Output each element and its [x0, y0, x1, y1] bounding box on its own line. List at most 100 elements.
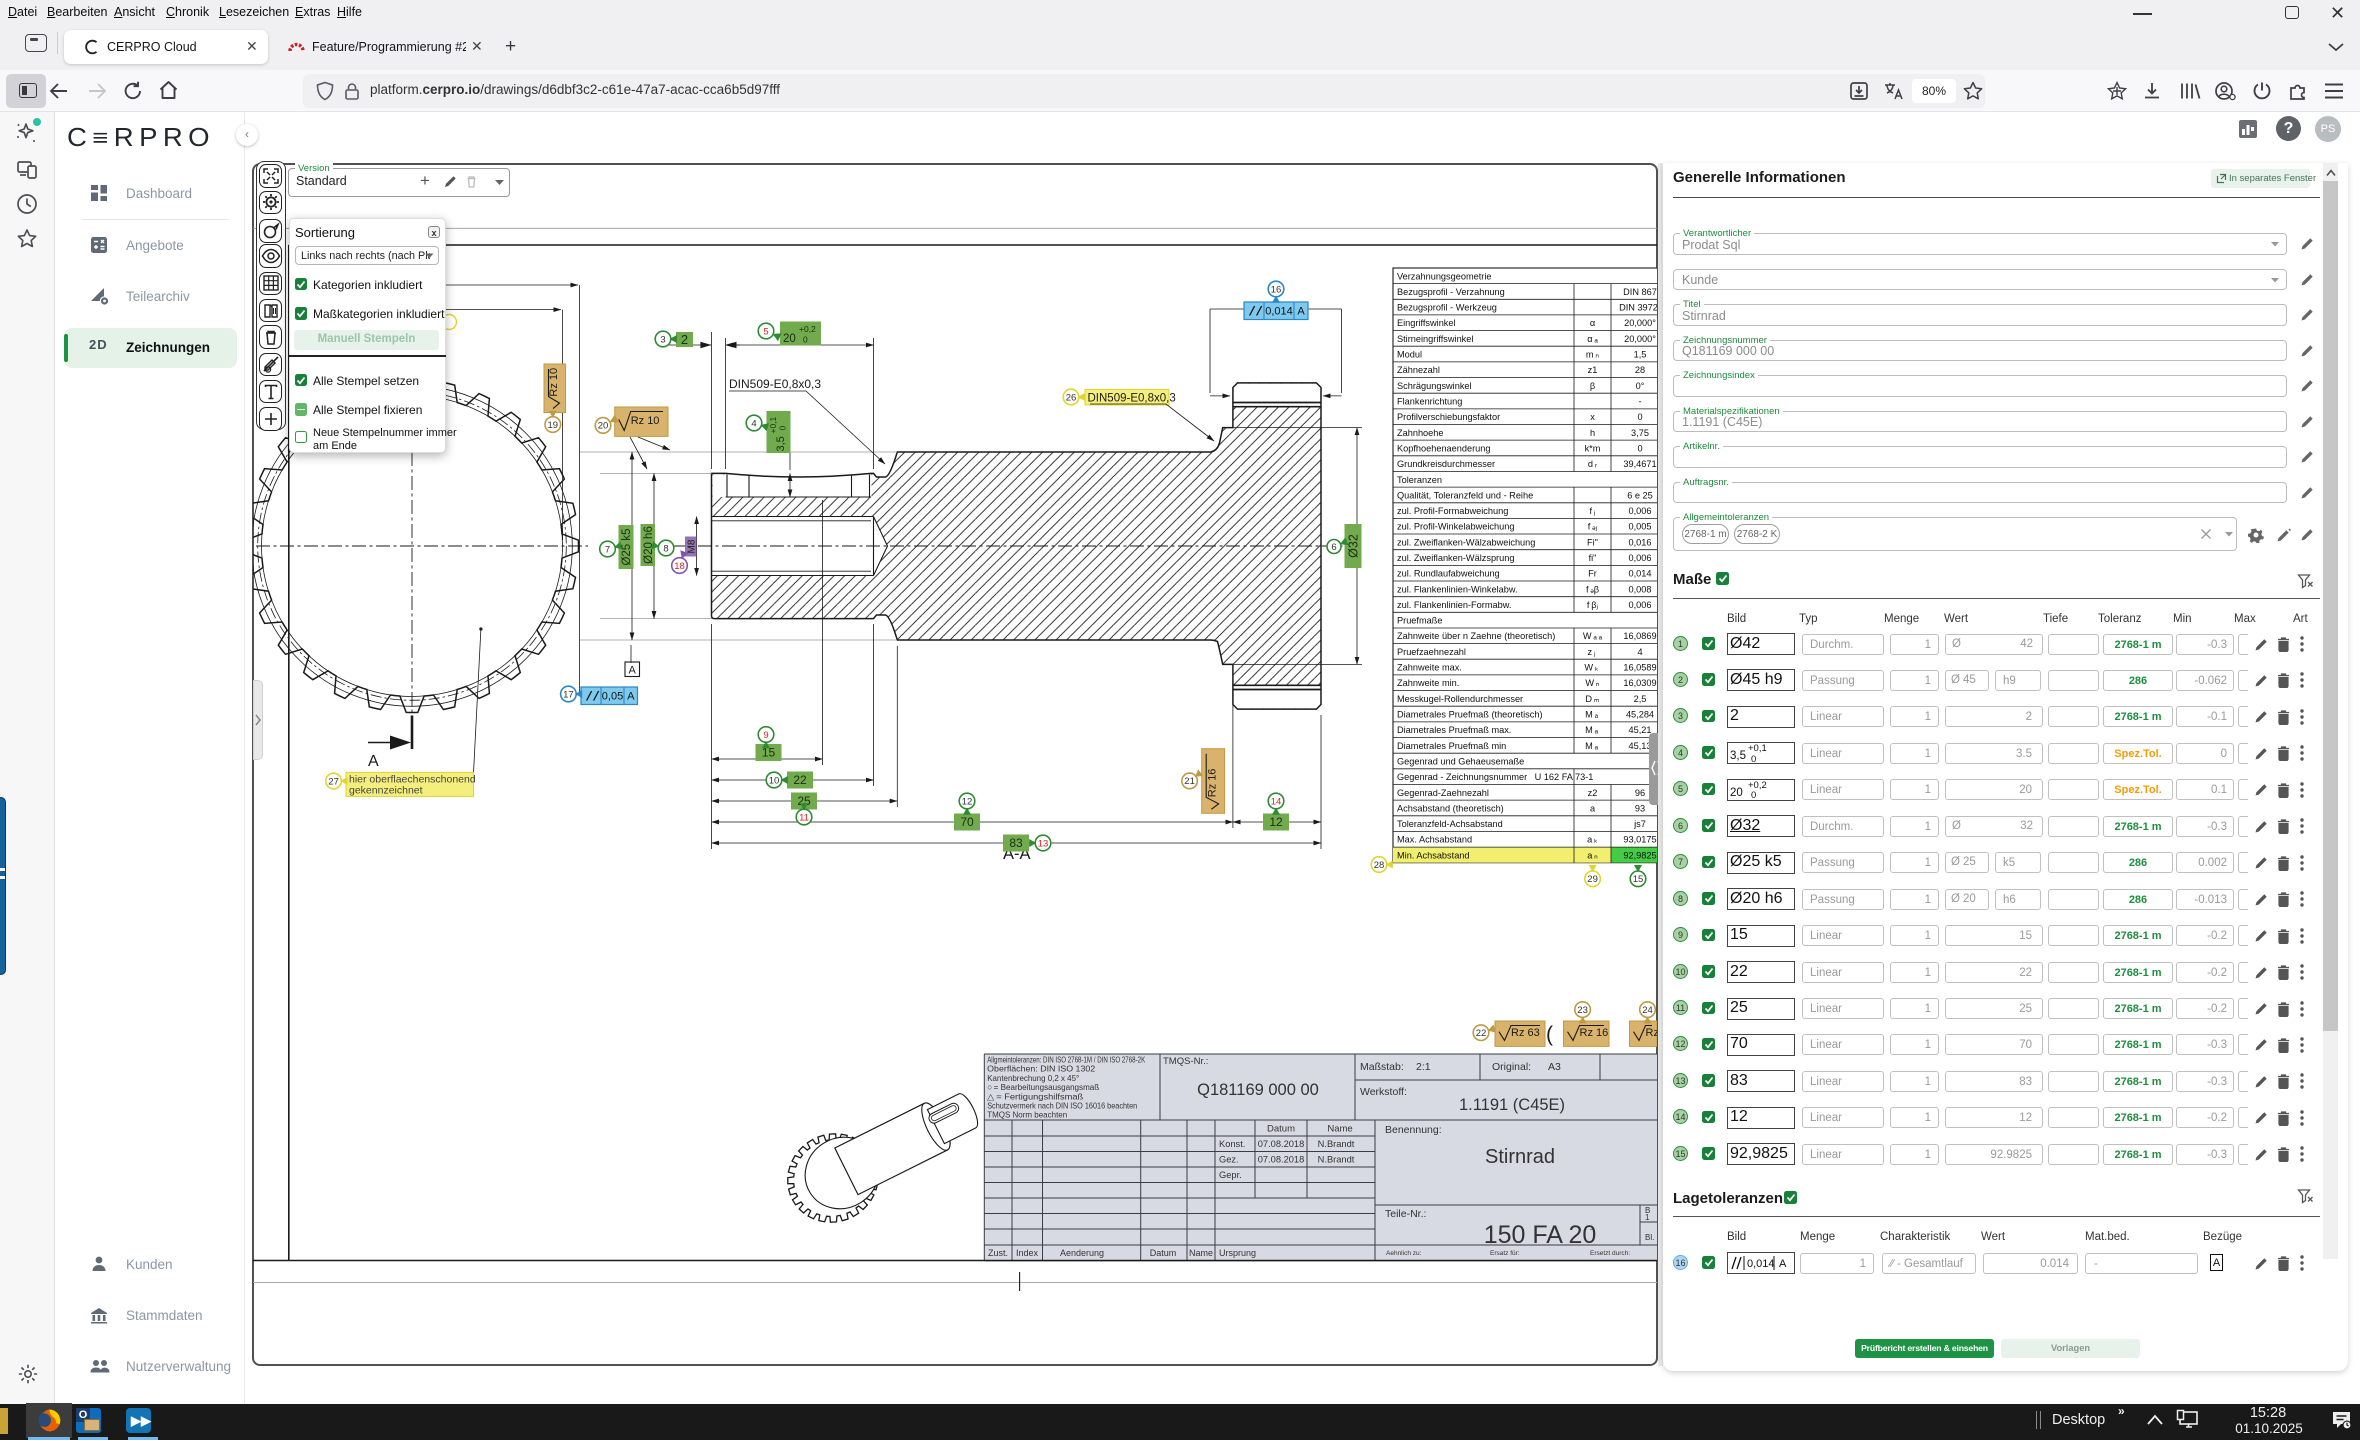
svg-text:Ersetzt durch:: Ersetzt durch: — [1590, 1250, 1630, 1257]
svg-text:N.Brandt: N.Brandt — [1318, 1155, 1355, 1165]
svg-text:0,005: 0,005 — [1629, 522, 1652, 532]
svg-text:+0,2: +0,2 — [799, 324, 816, 334]
svg-text:TMQS-Nr.:: TMQS-Nr.: — [1163, 1056, 1208, 1067]
svg-text:Kopfhoehenaenderung: Kopfhoehenaenderung — [1397, 443, 1491, 453]
svg-text:Verzahnungsgeometrie: Verzahnungsgeometrie — [1397, 271, 1492, 281]
svg-text:14: 14 — [1271, 796, 1282, 807]
svg-text:M ₐ: M ₐ — [1585, 725, 1600, 735]
svg-text:Profilverschiebungsfaktor: Profilverschiebungsfaktor — [1397, 412, 1500, 422]
svg-text:-: - — [1590, 1224, 1593, 1234]
svg-text:26: 26 — [1066, 392, 1077, 403]
svg-text:x: x — [1590, 412, 1595, 422]
svg-text:Rz 16: Rz 16 — [1580, 1027, 1609, 1039]
svg-text:js7: js7 — [1633, 819, 1646, 829]
svg-text:24: 24 — [1642, 1005, 1653, 1016]
svg-text:96: 96 — [1635, 788, 1645, 798]
svg-text:07.08.2018: 07.08.2018 — [1258, 1155, 1305, 1165]
svg-text:Ø32: Ø32 — [1346, 534, 1360, 558]
svg-text:Pruefzaehnezahl: Pruefzaehnezahl — [1397, 647, 1466, 657]
svg-text:Datum: Datum — [1150, 1248, 1177, 1258]
svg-text:DIN 867: DIN 867 — [1623, 287, 1657, 297]
svg-text:U 162 FA 73-1: U 162 FA 73-1 — [1535, 772, 1594, 782]
svg-text:Q181169 000 00: Q181169 000 00 — [1197, 1081, 1319, 1099]
svg-text:16,0589: 16,0589 — [1623, 663, 1656, 673]
svg-text:A: A — [629, 665, 637, 677]
svg-text:Schrägungswinkel: Schrägungswinkel — [1397, 381, 1472, 391]
svg-text:Bl.: Bl. — [1645, 1233, 1654, 1242]
svg-text:150 FA 20: 150 FA 20 — [1484, 1221, 1597, 1249]
svg-text:Qualität, Toleranzfeld und - R: Qualität, Toleranzfeld und - Reihe — [1397, 490, 1533, 500]
svg-text:D ₘ: D ₘ — [1585, 694, 1599, 704]
svg-text:0,006: 0,006 — [1629, 600, 1652, 610]
svg-text:45,284: 45,284 — [1626, 710, 1654, 720]
svg-text:M ₐ: M ₐ — [1585, 710, 1600, 720]
svg-text:0: 0 — [1637, 412, 1642, 422]
svg-text:23: 23 — [1577, 1005, 1588, 1016]
svg-text:10: 10 — [769, 775, 780, 786]
svg-text:Rz 63: Rz 63 — [1511, 1027, 1540, 1039]
svg-text:Max. Achsabstand: Max. Achsabstand — [1397, 835, 1472, 845]
svg-text:Messkugel-Rollendurchmesser: Messkugel-Rollendurchmesser — [1397, 694, 1523, 704]
svg-text:W ₖ: W ₖ — [1584, 663, 1600, 673]
svg-text:19: 19 — [548, 420, 559, 431]
svg-text:Zust.: Zust. — [988, 1248, 1008, 1258]
svg-text:Gegenrad-Zaehnezahl: Gegenrad-Zaehnezahl — [1397, 788, 1489, 798]
svg-text:A: A — [1297, 306, 1305, 318]
svg-text:16,0869: 16,0869 — [1623, 631, 1656, 641]
svg-text:07.08.2018: 07.08.2018 — [1258, 1139, 1305, 1149]
svg-text:16: 16 — [1271, 284, 1282, 295]
svg-text:4: 4 — [1637, 647, 1642, 657]
svg-text:Gegenrad - Zeichnungsnummer: Gegenrad - Zeichnungsnummer — [1397, 772, 1527, 782]
svg-text:92,9825: 92,9825 — [1623, 850, 1656, 860]
svg-text:Zahnweite über n Zaehne (theor: Zahnweite über n Zaehne (theoretisch) — [1397, 631, 1555, 641]
svg-text:17: 17 — [563, 689, 574, 700]
svg-text:z2: z2 — [1588, 788, 1598, 798]
svg-text:18: 18 — [674, 561, 685, 572]
svg-text:22: 22 — [793, 773, 807, 787]
svg-text:Rz 10: Rz 10 — [548, 368, 560, 397]
svg-text:Diametrales Pruefmaß max.: Diametrales Pruefmaß max. — [1397, 725, 1511, 735]
svg-text:zul. Zweiflanken-Wälzsprung: zul. Zweiflanken-Wälzsprung — [1397, 553, 1514, 563]
svg-text:3,5: 3,5 — [775, 436, 787, 451]
svg-text:Eingriffswinkel: Eingriffswinkel — [1397, 318, 1456, 328]
svg-text:a ₙ: a ₙ — [1587, 850, 1598, 860]
svg-text:zul. Rundlaufabweichung: zul. Rundlaufabweichung — [1397, 569, 1500, 579]
svg-text:Aehnlich zu:: Aehnlich zu: — [1386, 1250, 1422, 1257]
svg-text:Benennung:: Benennung: — [1385, 1124, 1442, 1136]
svg-text:Original:: Original: — [1492, 1061, 1531, 1073]
svg-text:28: 28 — [1635, 365, 1645, 375]
svg-text:0,006: 0,006 — [1629, 506, 1652, 516]
svg-text:W ₙ: W ₙ — [1585, 678, 1600, 688]
svg-text:a: a — [1590, 803, 1596, 813]
svg-text:1.1191 (C45E): 1.1191 (C45E) — [1459, 1096, 1565, 1114]
svg-text:Gepr.: Gepr. — [1219, 1170, 1242, 1180]
svg-text:Teile-Nr.:: Teile-Nr.: — [1385, 1208, 1426, 1220]
svg-text:W ₐ ₐ: W ₐ ₐ — [1583, 631, 1603, 641]
svg-text:f ₔⱼ: f ₔⱼ — [1588, 522, 1598, 532]
svg-text:Toleranzfeld-Achsabstand: Toleranzfeld-Achsabstand — [1397, 819, 1503, 829]
svg-text:zul. Profil-Formabweichung: zul. Profil-Formabweichung — [1397, 506, 1508, 516]
svg-text:Modul: Modul — [1397, 350, 1422, 360]
svg-text:DIN509-E0,8x0,3: DIN509-E0,8x0,3 — [729, 377, 821, 391]
svg-text:A: A — [1779, 1258, 1787, 1270]
svg-text:TMQS Norm beachten: TMQS Norm beachten — [987, 1110, 1067, 1120]
svg-text:A: A — [368, 753, 379, 770]
svg-text:fi": fi" — [1589, 553, 1597, 563]
svg-text:Index: Index — [1016, 1248, 1039, 1258]
svg-text:Achsabstand (theoretisch): Achsabstand (theoretisch) — [1397, 803, 1504, 813]
svg-text:M8: M8 — [686, 539, 697, 553]
svg-text:28: 28 — [1374, 860, 1385, 871]
svg-text:Bezugsprofil - Verzahnung: Bezugsprofil - Verzahnung — [1397, 287, 1505, 297]
svg-text:Rz: Rz — [1646, 1027, 1658, 1039]
svg-text:Fi": Fi" — [1587, 537, 1598, 547]
svg-text:11: 11 — [799, 812, 809, 823]
svg-text:93: 93 — [1635, 803, 1645, 813]
svg-text:f βⱼ: f βⱼ — [1587, 600, 1599, 610]
svg-text:k*m: k*m — [1585, 443, 1601, 453]
svg-text:0,05: 0,05 — [602, 691, 623, 703]
svg-text:15: 15 — [1633, 874, 1644, 885]
svg-text:Stirnrad: Stirnrad — [1485, 1146, 1555, 1168]
svg-text:z1: z1 — [1588, 365, 1598, 375]
svg-text:+0,1: +0,1 — [768, 416, 778, 433]
svg-text:29: 29 — [1587, 874, 1598, 885]
